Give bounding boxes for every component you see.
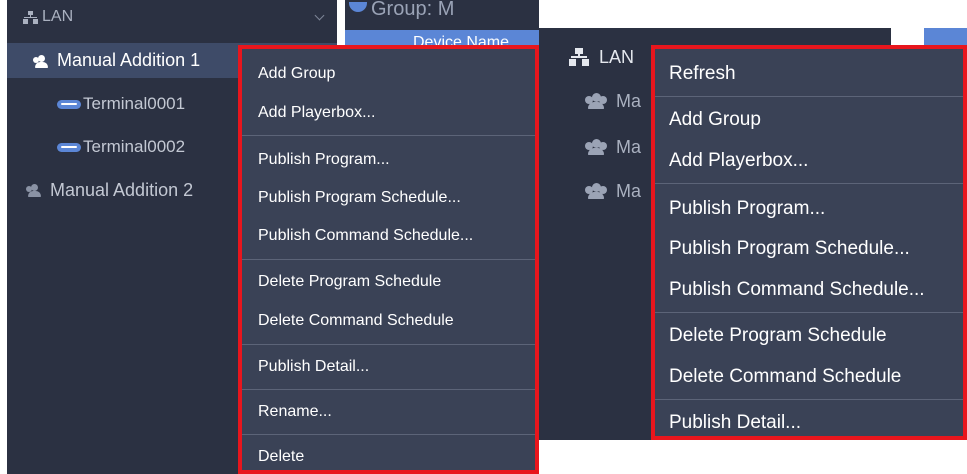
menu-item-refresh[interactable]: Refresh bbox=[655, 54, 963, 94]
menu-item-publish-command-schedule[interactable]: Publish Command Schedule... bbox=[655, 270, 963, 310]
menu-separator bbox=[242, 259, 535, 260]
menu-item-add-playerbox[interactable]: Add Playerbox... bbox=[242, 94, 535, 132]
menu-item-rename[interactable]: Rename... bbox=[242, 393, 535, 431]
context-menu: Add Group Add Playerbox... Publish Progr… bbox=[238, 45, 539, 474]
menu-separator bbox=[242, 135, 535, 136]
users-icon bbox=[585, 93, 607, 109]
tree-group-label: Ma bbox=[616, 90, 642, 111]
tree-group-label: Manual Addition 1 bbox=[57, 50, 201, 70]
users-icon bbox=[26, 184, 42, 197]
tree-group-label: Ma bbox=[616, 180, 642, 201]
menu-separator bbox=[242, 389, 535, 390]
menu-item-publish-command-schedule[interactable]: Publish Command Schedule... bbox=[242, 217, 535, 255]
menu-item-delete-command-schedule[interactable]: Delete Command Schedule bbox=[655, 357, 963, 397]
tree-terminal-label: Terminal0002 bbox=[83, 137, 186, 156]
menu-item-delete-command-schedule[interactable]: Delete Command Schedule bbox=[242, 302, 535, 340]
context-menu: Refresh Add Group Add Playerbox... Publi… bbox=[651, 45, 967, 440]
users-icon bbox=[585, 139, 607, 155]
terminal-icon bbox=[57, 99, 81, 109]
menu-item-delete[interactable]: Delete bbox=[242, 438, 535, 474]
menu-item-publish-detail[interactable]: Publish Detail... bbox=[242, 348, 535, 386]
menu-separator bbox=[242, 344, 535, 345]
menu-item-delete-program-schedule[interactable]: Delete Program Schedule bbox=[655, 316, 963, 356]
tree-group-label: Manual Addition 2 bbox=[50, 179, 194, 200]
menu-item-add-group[interactable]: Add Group bbox=[242, 55, 535, 93]
group-title: Group: M bbox=[371, 0, 455, 20]
tree-group-label: Ma bbox=[616, 136, 642, 157]
menu-item-delete-program-schedule[interactable]: Delete Program Schedule bbox=[242, 263, 535, 301]
menu-item-publish-program[interactable]: Publish Program... bbox=[242, 141, 535, 179]
tree-root-lan[interactable]: LAN bbox=[7, 0, 337, 34]
group-icon bbox=[349, 2, 367, 12]
tree-terminal-label: Terminal0001 bbox=[83, 94, 186, 113]
network-icon bbox=[23, 10, 38, 24]
menu-item-publish-detail[interactable]: Publish Detail... bbox=[655, 403, 963, 443]
menu-item-publish-program-schedule[interactable]: Publish Program Schedule... bbox=[655, 229, 963, 269]
group-title-strip: Group: M bbox=[345, 0, 539, 30]
tree-root-label: LAN bbox=[42, 8, 74, 25]
menu-separator bbox=[655, 183, 963, 184]
terminal-icon bbox=[57, 142, 81, 152]
chevron-down-icon[interactable] bbox=[314, 10, 325, 21]
menu-separator bbox=[655, 312, 963, 313]
menu-item-publish-program-schedule[interactable]: Publish Program Schedule... bbox=[242, 179, 535, 217]
tree-root-label: LAN bbox=[599, 46, 635, 67]
menu-item-publish-program[interactable]: Publish Program... bbox=[655, 189, 963, 229]
menu-item-add-playerbox[interactable]: Add Playerbox... bbox=[655, 141, 963, 181]
users-icon bbox=[33, 54, 49, 68]
network-icon bbox=[569, 48, 589, 66]
menu-item-add-group[interactable]: Add Group bbox=[655, 100, 963, 140]
menu-separator bbox=[655, 399, 963, 400]
menu-separator bbox=[242, 434, 535, 435]
menu-separator bbox=[655, 96, 963, 97]
users-icon bbox=[585, 183, 607, 199]
